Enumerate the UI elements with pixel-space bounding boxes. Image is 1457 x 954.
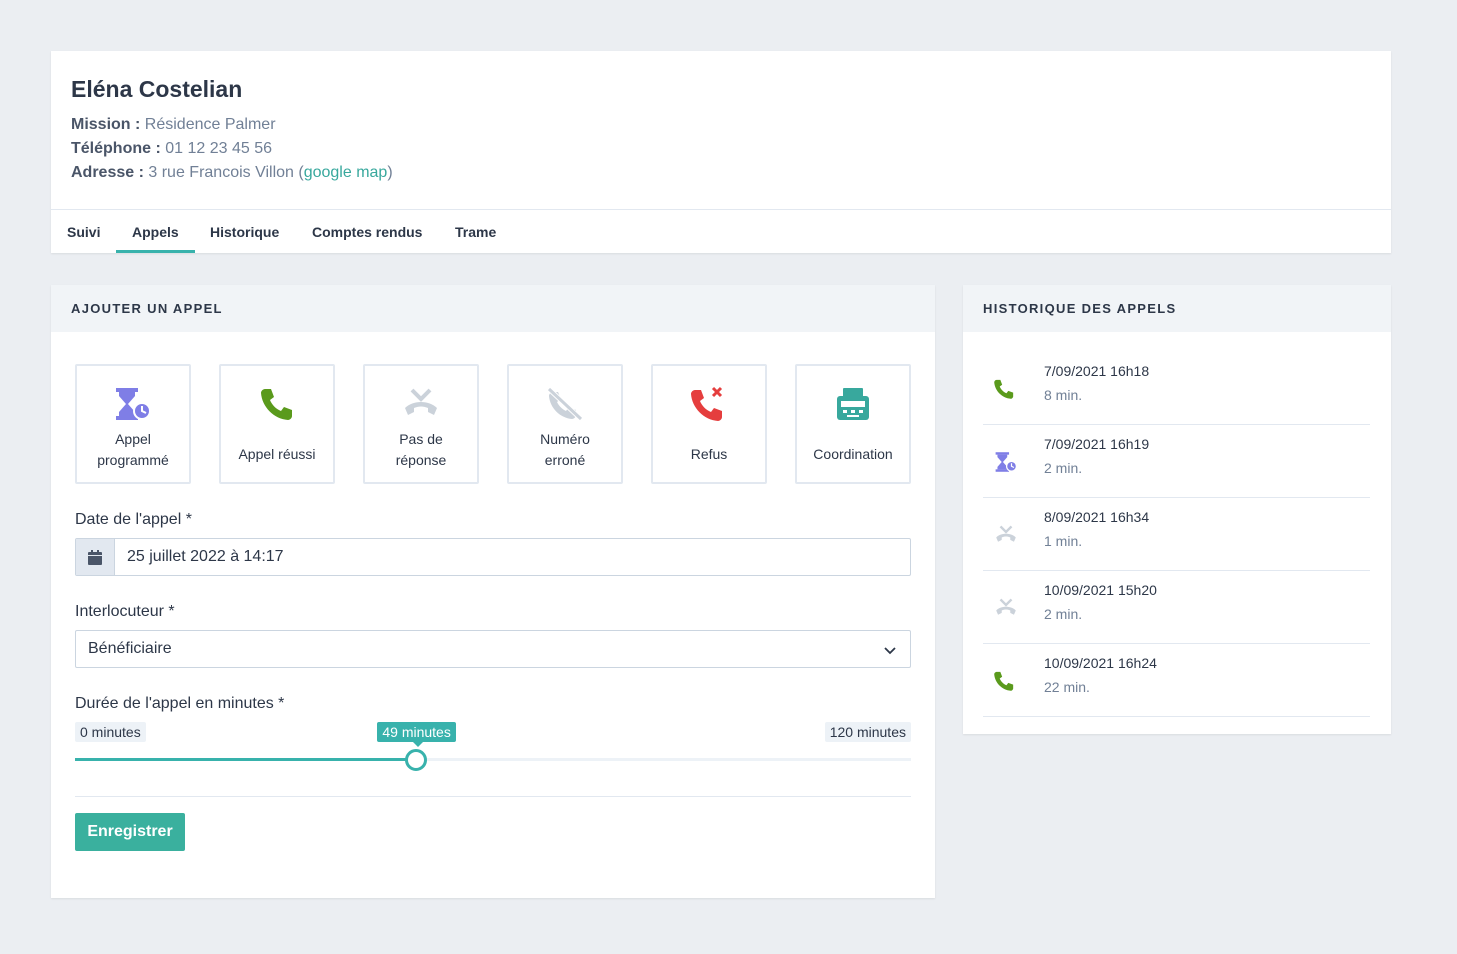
type-button-success[interactable]: Appel réussi — [219, 364, 335, 484]
add-call-header: AJOUTER UN APPEL — [51, 285, 935, 332]
fax-icon — [797, 386, 909, 426]
duration-max-badge: 120 minutes — [824, 722, 911, 742]
type-button-refusal[interactable]: Refus — [651, 364, 767, 484]
history-duration: 22 min. — [1044, 679, 1090, 695]
date-input[interactable]: 25 juillet 2022 à 14:17 — [75, 538, 911, 576]
address-value: 3 rue Francois Villon ( — [148, 164, 304, 181]
type-label-line1: Pas de — [399, 431, 443, 447]
mission-line: Mission : Résidence Palmer — [71, 116, 276, 134]
profile-card: Eléna Costelian Mission : Résidence Palm… — [51, 51, 1391, 253]
type-label-line2: erroné — [544, 452, 586, 468]
history-duration: 2 min. — [1044, 606, 1083, 622]
duration-min-badge: 0 minutes — [75, 722, 146, 742]
type-button-coordination[interactable]: Coordination — [795, 364, 911, 484]
chevron-down-icon — [884, 643, 896, 661]
history-item[interactable]: 10/09/2021 15h20 2 min. — [983, 571, 1370, 644]
duration-slider-fill — [75, 758, 417, 761]
interlocutor-label: Interlocuteur * — [75, 603, 175, 620]
person-name: Eléna Costelian — [71, 76, 243, 102]
history-item[interactable]: 8/09/2021 16h34 1 min. — [983, 498, 1370, 571]
type-label-line1: Appel réussi — [238, 446, 316, 462]
history-duration: 8 min. — [1044, 387, 1083, 403]
tab-comptes-rendus[interactable]: Comptes rendus — [296, 209, 438, 253]
phone-label: Téléphone : — [71, 140, 161, 157]
date-label: Date de l'appel * — [75, 511, 192, 528]
phone-hangup-icon — [993, 597, 1019, 624]
interlocutor-value: Bénéficiaire — [88, 640, 172, 657]
tab-trame[interactable]: Trame — [439, 209, 512, 253]
history-date: 10/09/2021 15h20 — [1044, 582, 1157, 598]
mission-label: Mission : — [71, 116, 141, 133]
hourglass-clock-icon — [77, 386, 189, 426]
duration-slider-track[interactable] — [75, 758, 911, 761]
type-label-line2: programmé — [97, 452, 169, 468]
address-label: Adresse : — [71, 164, 144, 181]
call-history-header: HISTORIQUE DES APPELS — [963, 285, 1391, 332]
type-label-line2: réponse — [395, 452, 447, 468]
address-close: ) — [387, 164, 393, 181]
history-date: 10/09/2021 16h24 — [1044, 655, 1157, 671]
history-item[interactable]: 7/09/2021 16h18 8 min. — [983, 352, 1370, 425]
history-date: 8/09/2021 16h34 — [1044, 509, 1150, 525]
call-history-title: HISTORIQUE DES APPELS — [983, 301, 1177, 316]
interlocutor-select[interactable]: Bénéficiaire — [75, 630, 911, 668]
phone-icon — [993, 378, 1015, 405]
type-label-line1: Coordination — [813, 446, 893, 462]
phone-icon — [221, 386, 333, 426]
tab-appels[interactable]: Appels — [116, 209, 195, 253]
duration-slider-thumb[interactable] — [405, 749, 428, 771]
phone-reject-icon — [653, 386, 765, 426]
save-button[interactable]: Enregistrer — [75, 813, 185, 851]
phone-hangup-icon — [365, 386, 477, 426]
address-line: Adresse : 3 rue Francois Villon (google … — [71, 164, 393, 182]
phone-hangup-icon — [993, 524, 1019, 551]
duration-label: Durée de l'appel en minutes * — [75, 695, 285, 712]
phone-value: 01 12 23 45 56 — [165, 140, 272, 157]
form-divider — [75, 796, 911, 797]
history-date: 7/09/2021 16h19 — [1044, 436, 1150, 452]
type-label-line1: Refus — [690, 446, 728, 462]
type-label-line1: Numéro — [540, 431, 590, 447]
duration-current-badge: 49 minutes — [377, 722, 456, 747]
google-map-link[interactable]: google map — [304, 164, 388, 181]
history-item[interactable]: 10/09/2021 16h24 22 min. — [983, 644, 1370, 717]
call-history-card: HISTORIQUE DES APPELS 7/09/2021 16h18 8 … — [963, 285, 1391, 734]
type-button-no-answer[interactable]: Pas de réponse — [363, 364, 479, 484]
type-button-wrong-number[interactable]: Numéro erroné — [507, 364, 623, 484]
add-call-title: AJOUTER UN APPEL — [71, 301, 223, 316]
tab-suivi[interactable]: Suivi — [51, 209, 116, 253]
history-date: 7/09/2021 16h18 — [1044, 363, 1150, 379]
type-button-scheduled[interactable]: Appel programmé — [75, 364, 191, 484]
date-value: 25 juillet 2022 à 14:17 — [127, 548, 284, 565]
calendar-icon — [76, 539, 115, 575]
history-duration: 1 min. — [1044, 533, 1083, 549]
phone-slash-icon — [509, 386, 621, 426]
type-label-line1: Appel — [115, 431, 151, 447]
history-duration: 2 min. — [1044, 460, 1083, 476]
tab-historique[interactable]: Historique — [194, 209, 295, 253]
phone-line: Téléphone : 01 12 23 45 56 — [71, 140, 272, 158]
hourglass-clock-icon — [993, 451, 1019, 478]
add-call-card: AJOUTER UN APPEL Appel programmé Appel r… — [51, 285, 935, 898]
mission-value: Résidence Palmer — [144, 116, 276, 133]
history-item[interactable]: 7/09/2021 16h19 2 min. — [983, 425, 1370, 498]
phone-icon — [993, 670, 1015, 697]
